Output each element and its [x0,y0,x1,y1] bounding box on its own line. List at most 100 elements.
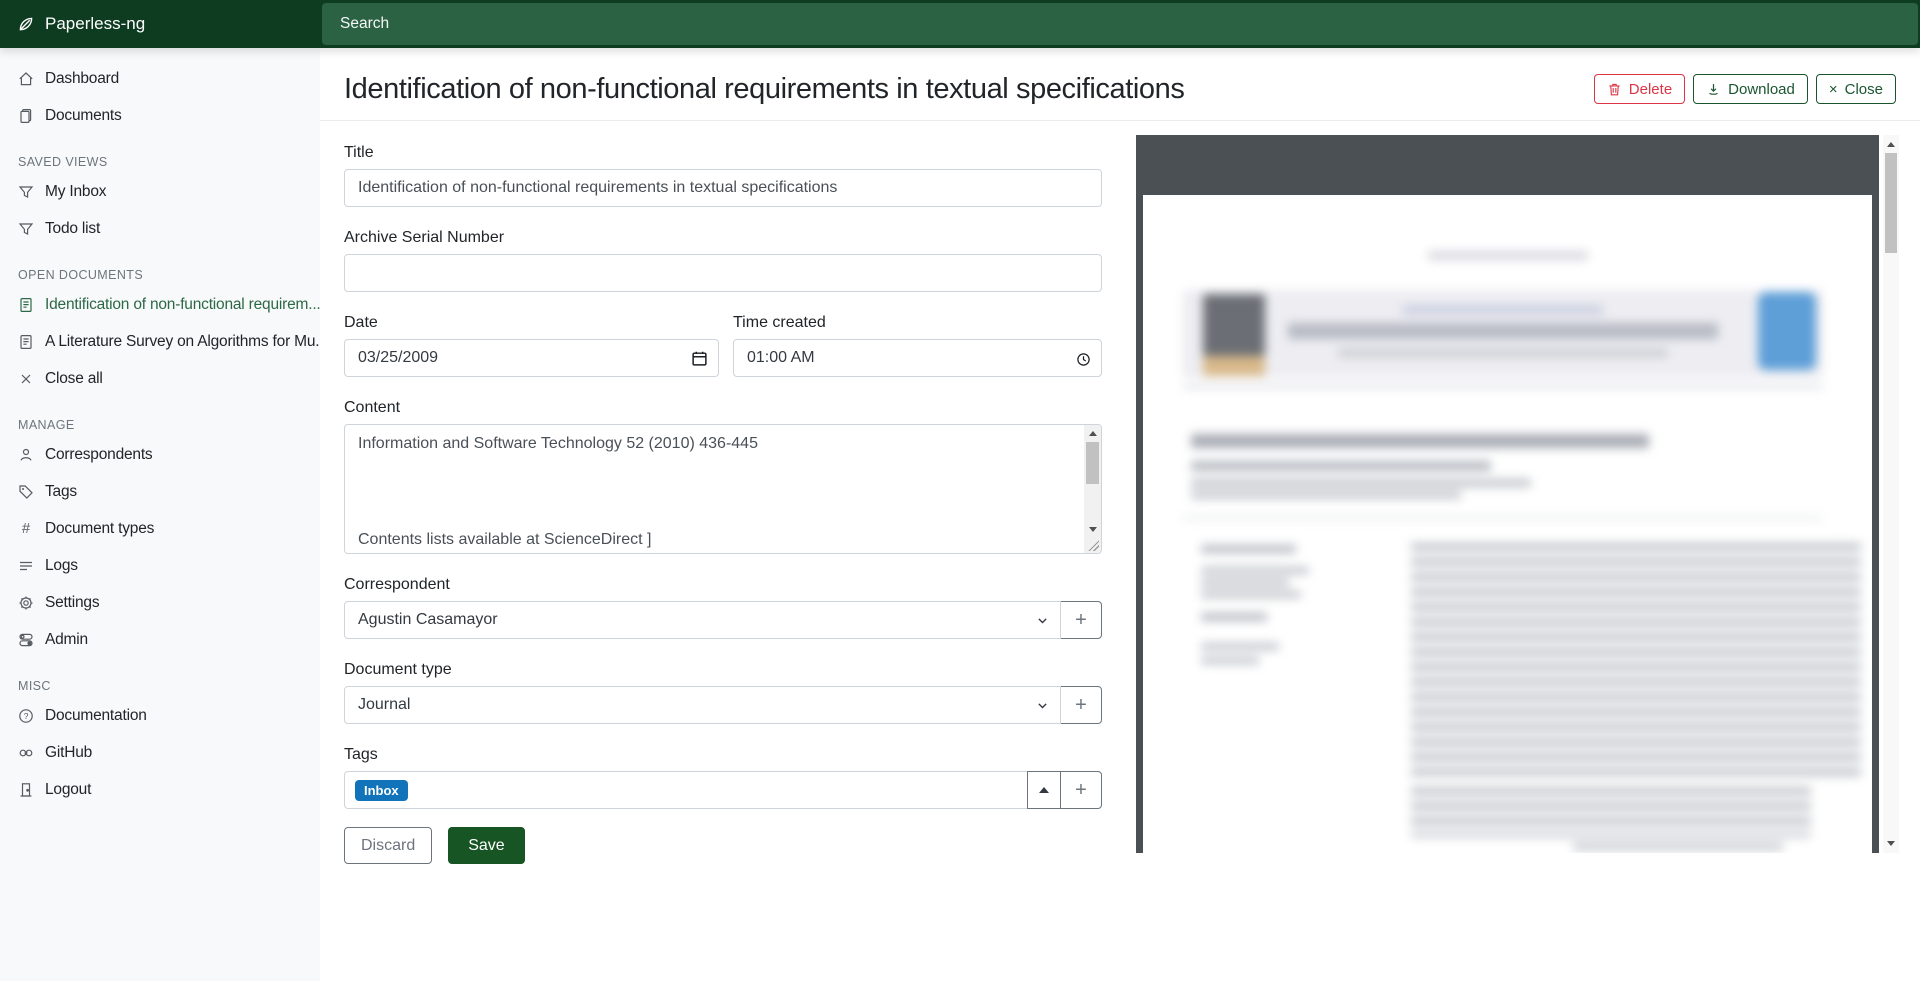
sidebar-item-documentation[interactable]: ? Documentation [0,697,320,734]
chevron-down-icon [1036,699,1049,712]
tag-badge-inbox: Inbox [355,780,408,801]
link-icon [18,745,34,761]
sidebar-item-close-all[interactable]: Close all [0,360,320,397]
download-button[interactable]: Download [1693,74,1808,104]
correspondent-select[interactable]: Agustin Casamayor [344,601,1061,639]
sidebar-open-doc-2[interactable]: A Literature Survey on Algorithms for Mu… [0,323,320,360]
sidebar-item-label: GitHub [45,744,92,762]
sidebar: Dashboard Documents SAVED VIEWS My Inbox… [0,48,320,981]
sidebar-item-label: Identification of non-functional require… [45,296,320,314]
svg-text:?: ? [24,711,29,721]
sidebar-item-label: Settings [45,594,99,612]
trash-icon [1607,82,1622,97]
scrollbar-thumb[interactable] [1885,153,1897,253]
sidebar-item-label: Logs [45,557,78,575]
delete-button[interactable]: Delete [1594,74,1685,104]
document-actions: Delete Download × Close [1594,74,1896,104]
question-circle-icon: ? [18,708,34,724]
close-button[interactable]: × Close [1816,74,1896,104]
close-label: Close [1845,81,1883,98]
hash-icon: # [18,520,34,537]
sidebar-item-todo-list[interactable]: Todo list [0,210,320,247]
sidebar-item-logs[interactable]: Logs [0,547,320,584]
sidebar-item-logout[interactable]: Logout [0,771,320,808]
save-button[interactable]: Save [448,827,524,864]
collapse-tags-button[interactable] [1027,771,1061,809]
date-label: Date [344,313,719,333]
page-title: Identification of non-functional require… [344,73,1184,106]
funnel-icon [18,184,34,200]
content-scrollbar[interactable] [1084,425,1101,553]
sidebar-item-document-types[interactable]: # Document types [0,510,320,547]
brand-title: Paperless-ng [45,14,145,34]
file-text-icon [18,334,34,350]
download-icon [1706,82,1721,97]
sidebar-item-tags[interactable]: Tags [0,473,320,510]
content-label: Content [344,398,1102,418]
scroll-up-icon[interactable] [1883,137,1899,152]
sidebar-section-saved-views: SAVED VIEWS [0,155,320,169]
preview-scrollbar[interactable] [1883,135,1899,853]
scroll-down-icon[interactable] [1883,836,1899,851]
funnel-icon [18,221,34,237]
delete-label: Delete [1629,81,1672,98]
document-header: Identification of non-functional require… [320,48,1920,121]
sidebar-item-my-inbox[interactable]: My Inbox [0,173,320,210]
scroll-up-icon[interactable] [1084,426,1101,441]
document-type-select[interactable]: Journal [344,686,1061,724]
sidebar-section-misc: MISC [0,679,320,693]
close-icon: × [1829,82,1838,97]
sidebar-item-label: Logout [45,781,91,799]
document-preview[interactable] [1136,135,1879,853]
brand[interactable]: Paperless-ng [0,14,322,34]
add-tag-button[interactable]: + [1060,771,1102,809]
title-label: Title [344,143,1102,163]
files-icon [18,108,34,124]
form-actions: Discard Save [344,827,1102,864]
sidebar-item-label: Admin [45,631,88,649]
sidebar-item-label: A Literature Survey on Algorithms for Mu… [45,333,320,351]
sidebar-item-label: Document types [45,520,154,538]
sidebar-open-doc-1[interactable]: Identification of non-functional require… [0,286,320,323]
search-input[interactable] [322,3,1918,45]
asn-input[interactable] [344,254,1102,292]
sidebar-item-settings[interactable]: Settings [0,584,320,621]
top-navbar: Paperless-ng [0,0,1920,48]
sidebar-item-correspondents[interactable]: Correspondents [0,436,320,473]
scroll-down-icon[interactable] [1084,522,1101,537]
sidebar-item-label: Correspondents [45,446,153,464]
add-correspondent-button[interactable]: + [1060,601,1102,639]
tag-icon [18,484,34,500]
sidebar-section-open-documents: OPEN DOCUMENTS [0,268,320,282]
tags-input[interactable]: Inbox [344,771,1028,809]
resize-grip[interactable] [1087,539,1099,551]
sidebar-section-manage: MANAGE [0,418,320,432]
person-icon [18,447,34,463]
sidebar-item-admin[interactable]: Admin [0,621,320,658]
content-textarea[interactable]: Information and Software Technology 52 (… [344,424,1102,554]
document-type-value: Journal [358,696,410,714]
gear-icon [18,595,34,611]
caret-up-icon [1039,787,1049,793]
discard-button[interactable]: Discard [344,827,432,864]
time-input[interactable] [733,339,1102,377]
sidebar-item-label: My Inbox [45,183,106,201]
title-input[interactable] [344,169,1102,207]
document-edit-form: Title Archive Serial Number Date Time cr… [344,143,1102,864]
sidebar-item-dashboard[interactable]: Dashboard [0,60,320,97]
close-icon [18,371,34,387]
asn-label: Archive Serial Number [344,228,1102,248]
sidebar-item-label: Close all [45,370,103,388]
document-type-label: Document type [344,660,1102,680]
sidebar-item-label: Documentation [45,707,147,725]
add-document-type-button[interactable]: + [1060,686,1102,724]
toggles-icon [18,632,34,648]
sidebar-item-label: Dashboard [45,70,119,88]
file-text-icon [18,297,34,313]
date-input[interactable] [344,339,719,377]
door-icon [18,782,34,798]
sidebar-item-documents[interactable]: Documents [0,97,320,134]
sidebar-item-github[interactable]: GitHub [0,734,320,771]
correspondent-label: Correspondent [344,575,1102,595]
scrollbar-thumb[interactable] [1086,442,1099,484]
